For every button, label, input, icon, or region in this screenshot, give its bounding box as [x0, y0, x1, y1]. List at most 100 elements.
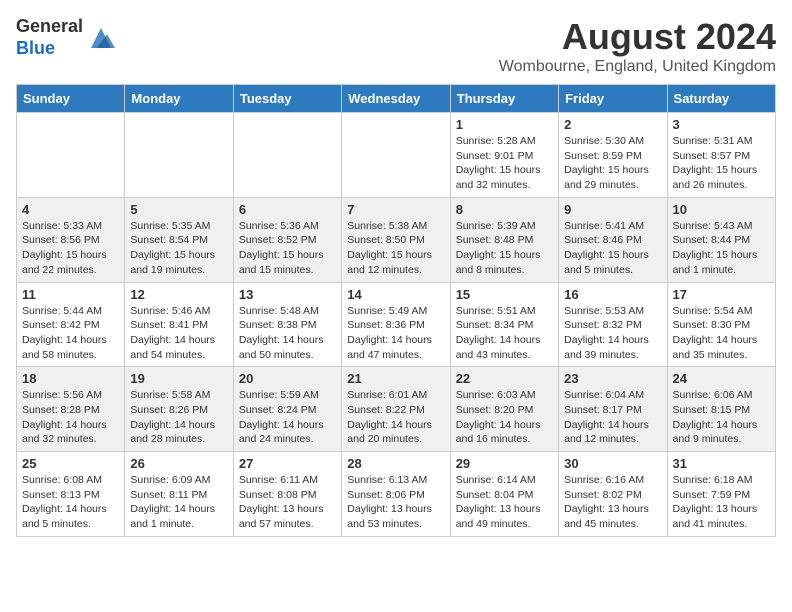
weekday-header-saturday: Saturday — [667, 85, 775, 113]
calendar-cell: 24Sunrise: 6:06 AM Sunset: 8:15 PM Dayli… — [667, 367, 775, 452]
location: Wombourne, England, United Kingdom — [499, 58, 776, 76]
calendar-cell: 11 Sunrise: 5:44 AM Sunset: 8:42 PM Dayli… — [17, 282, 125, 367]
calendar-cell: 12 Sunrise: 5:46 AM Sunset: 8:41 PM Dayli… — [125, 282, 233, 367]
calendar-cell: 23 Sunrise: 6:04 AM Sunset: 8:17 PM Dayli… — [559, 367, 667, 452]
day-info: Sunrise: 6:04 AM Sunset: 8:17 PM Dayligh… — [564, 388, 661, 447]
day-info: Sunrise: 5:59 AM Sunset: 8:24 PM Dayligh… — [239, 388, 336, 447]
calendar-cell: 28Sunrise: 6:13 AM Sunset: 8:06 PM Dayli… — [342, 452, 450, 537]
logo-icon — [87, 24, 115, 52]
day-number: 29 — [456, 456, 553, 471]
day-info: Sunrise: 5:54 AM Sunset: 8:30 PM Dayligh… — [673, 304, 770, 363]
calendar-cell: 20 Sunrise: 5:59 AM Sunset: 8:24 PM Dayli… — [233, 367, 341, 452]
day-number: 13 — [239, 287, 336, 302]
day-number: 24 — [673, 371, 770, 386]
day-number: 12 — [130, 287, 227, 302]
calendar-cell: 31 Sunrise: 6:18 AM Sunset: 7:59 PM Dayli… — [667, 452, 775, 537]
day-info: Sunrise: 5:38 AM Sunset: 8:50 PM Dayligh… — [347, 219, 444, 278]
week-row-2: 4 Sunrise: 5:33 AM Sunset: 8:56 PM Daylig… — [17, 197, 776, 282]
day-info: Sunrise: 5:46 AM Sunset: 8:41 PM Dayligh… — [130, 304, 227, 363]
day-number: 17 — [673, 287, 770, 302]
month-year: August 2024 — [499, 16, 776, 58]
week-row-4: 18 Sunrise: 5:56 AM Sunset: 8:28 PM Dayli… — [17, 367, 776, 452]
calendar-cell: 14 Sunrise: 5:49 AM Sunset: 8:36 PM Dayli… — [342, 282, 450, 367]
week-row-1: 1Sunrise: 5:28 AM Sunset: 9:01 PM Daylig… — [17, 113, 776, 198]
day-number: 20 — [239, 371, 336, 386]
day-info: Sunrise: 6:03 AM Sunset: 8:20 PM Dayligh… — [456, 388, 553, 447]
day-info: Sunrise: 5:51 AM Sunset: 8:34 PM Dayligh… — [456, 304, 553, 363]
day-info: Sunrise: 6:16 AM Sunset: 8:02 PM Dayligh… — [564, 473, 661, 532]
day-info: Sunrise: 6:11 AM Sunset: 8:08 PM Dayligh… — [239, 473, 336, 532]
day-number: 7 — [347, 202, 444, 217]
day-number: 1 — [456, 117, 553, 132]
day-info: Sunrise: 5:30 AM Sunset: 8:59 PM Dayligh… — [564, 134, 661, 193]
day-number: 18 — [22, 371, 119, 386]
day-info: Sunrise: 5:58 AM Sunset: 8:26 PM Dayligh… — [130, 388, 227, 447]
day-info: Sunrise: 5:49 AM Sunset: 8:36 PM Dayligh… — [347, 304, 444, 363]
day-number: 10 — [673, 202, 770, 217]
calendar-cell: 3 Sunrise: 5:31 AM Sunset: 8:57 PM Daylig… — [667, 113, 775, 198]
day-number: 3 — [673, 117, 770, 132]
day-info: Sunrise: 5:31 AM Sunset: 8:57 PM Dayligh… — [673, 134, 770, 193]
day-number: 9 — [564, 202, 661, 217]
day-number: 30 — [564, 456, 661, 471]
day-number: 16 — [564, 287, 661, 302]
day-info: Sunrise: 5:43 AM Sunset: 8:44 PM Dayligh… — [673, 219, 770, 278]
calendar-cell: 15Sunrise: 5:51 AM Sunset: 8:34 PM Dayli… — [450, 282, 558, 367]
day-info: Sunrise: 6:08 AM Sunset: 8:13 PM Dayligh… — [22, 473, 119, 532]
day-info: Sunrise: 5:53 AM Sunset: 8:32 PM Dayligh… — [564, 304, 661, 363]
weekday-header-tuesday: Tuesday — [233, 85, 341, 113]
day-info: Sunrise: 5:41 AM Sunset: 8:46 PM Dayligh… — [564, 219, 661, 278]
weekday-header-monday: Monday — [125, 85, 233, 113]
calendar-cell: 19 Sunrise: 5:58 AM Sunset: 8:26 PM Dayli… — [125, 367, 233, 452]
calendar-cell: 26 Sunrise: 6:09 AM Sunset: 8:11 PM Dayli… — [125, 452, 233, 537]
weekday-header-friday: Friday — [559, 85, 667, 113]
weekday-header-wednesday: Wednesday — [342, 85, 450, 113]
day-info: Sunrise: 6:13 AM Sunset: 8:06 PM Dayligh… — [347, 473, 444, 532]
calendar-cell — [125, 113, 233, 198]
day-number: 2 — [564, 117, 661, 132]
calendar-cell — [342, 113, 450, 198]
calendar-cell: 13 Sunrise: 5:48 AM Sunset: 8:38 PM Dayli… — [233, 282, 341, 367]
day-number: 23 — [564, 371, 661, 386]
day-info: Sunrise: 5:44 AM Sunset: 8:42 PM Dayligh… — [22, 304, 119, 363]
calendar-cell: 16 Sunrise: 5:53 AM Sunset: 8:32 PM Dayli… — [559, 282, 667, 367]
day-number: 25 — [22, 456, 119, 471]
day-number: 22 — [456, 371, 553, 386]
calendar-cell: 8 Sunrise: 5:39 AM Sunset: 8:48 PM Daylig… — [450, 197, 558, 282]
day-info: Sunrise: 5:48 AM Sunset: 8:38 PM Dayligh… — [239, 304, 336, 363]
day-number: 31 — [673, 456, 770, 471]
calendar-cell — [233, 113, 341, 198]
calendar-cell: 9 Sunrise: 5:41 AM Sunset: 8:46 PM Daylig… — [559, 197, 667, 282]
weekday-header-row: SundayMondayTuesdayWednesdayThursdayFrid… — [17, 85, 776, 113]
day-info: Sunrise: 5:35 AM Sunset: 8:54 PM Dayligh… — [130, 219, 227, 278]
day-info: Sunrise: 5:56 AM Sunset: 8:28 PM Dayligh… — [22, 388, 119, 447]
calendar-cell: 18 Sunrise: 5:56 AM Sunset: 8:28 PM Dayli… — [17, 367, 125, 452]
weekday-header-sunday: Sunday — [17, 85, 125, 113]
calendar-cell: 17 Sunrise: 5:54 AM Sunset: 8:30 PM Dayli… — [667, 282, 775, 367]
day-info: Sunrise: 5:33 AM Sunset: 8:56 PM Dayligh… — [22, 219, 119, 278]
calendar-cell: 5Sunrise: 5:35 AM Sunset: 8:54 PM Daylig… — [125, 197, 233, 282]
day-number: 21 — [347, 371, 444, 386]
calendar-cell: 27 Sunrise: 6:11 AM Sunset: 8:08 PM Dayli… — [233, 452, 341, 537]
calendar-cell: 6Sunrise: 5:36 AM Sunset: 8:52 PM Daylig… — [233, 197, 341, 282]
calendar-cell: 29Sunrise: 6:14 AM Sunset: 8:04 PM Dayli… — [450, 452, 558, 537]
day-info: Sunrise: 5:39 AM Sunset: 8:48 PM Dayligh… — [456, 219, 553, 278]
day-number: 11 — [22, 287, 119, 302]
day-number: 8 — [456, 202, 553, 217]
calendar-cell: 1Sunrise: 5:28 AM Sunset: 9:01 PM Daylig… — [450, 113, 558, 198]
calendar-cell: 25 Sunrise: 6:08 AM Sunset: 8:13 PM Dayli… — [17, 452, 125, 537]
weekday-header-thursday: Thursday — [450, 85, 558, 113]
calendar-cell: 4 Sunrise: 5:33 AM Sunset: 8:56 PM Daylig… — [17, 197, 125, 282]
day-info: Sunrise: 6:09 AM Sunset: 8:11 PM Dayligh… — [130, 473, 227, 532]
day-number: 4 — [22, 202, 119, 217]
calendar-table: SundayMondayTuesdayWednesdayThursdayFrid… — [16, 84, 776, 537]
page-header: General Blue August 2024 Wombourne, Engl… — [16, 16, 776, 76]
title-block: August 2024 Wombourne, England, United K… — [499, 16, 776, 76]
day-number: 27 — [239, 456, 336, 471]
day-info: Sunrise: 6:18 AM Sunset: 7:59 PM Dayligh… — [673, 473, 770, 532]
calendar-cell: 10 Sunrise: 5:43 AM Sunset: 8:44 PM Dayli… — [667, 197, 775, 282]
day-number: 14 — [347, 287, 444, 302]
day-number: 19 — [130, 371, 227, 386]
calendar-cell: 30 Sunrise: 6:16 AM Sunset: 8:02 PM Dayli… — [559, 452, 667, 537]
day-number: 26 — [130, 456, 227, 471]
